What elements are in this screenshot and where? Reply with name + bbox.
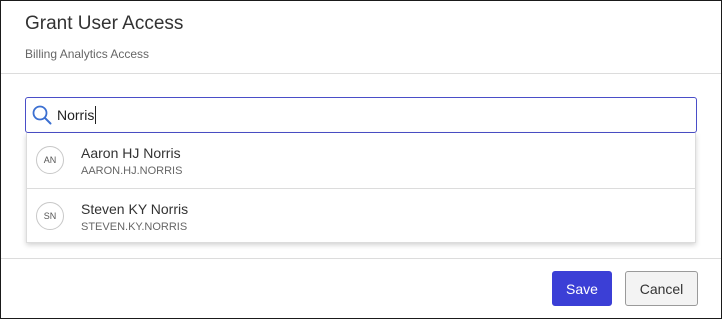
dialog-title: Grant User Access — [25, 13, 184, 34]
user-option-name: Steven KY Norris — [81, 201, 189, 217]
user-search-input[interactable] — [57, 105, 657, 125]
avatar: SN — [36, 202, 64, 230]
grant-access-dialog: Grant User Access Billing Analytics Acce… — [0, 0, 722, 319]
cancel-button[interactable]: Cancel — [625, 271, 698, 306]
search-icon — [32, 105, 52, 125]
user-option-username: AARON.HJ.NORRIS — [81, 165, 183, 177]
user-search-field[interactable] — [25, 97, 697, 133]
save-button[interactable]: Save — [552, 271, 612, 306]
user-option-name: Aaron HJ Norris — [81, 145, 181, 161]
user-results-dropdown: AN Aaron HJ Norris AARON.HJ.NORRIS SN St… — [26, 133, 696, 243]
user-option-username: STEVEN.KY.NORRIS — [81, 221, 188, 233]
dialog-subtitle: Billing Analytics Access — [25, 47, 150, 61]
user-option[interactable]: SN Steven KY Norris STEVEN.KY.NORRIS — [27, 188, 695, 243]
text-caret — [95, 106, 97, 124]
dialog-header: Grant User Access Billing Analytics Acce… — [1, 1, 721, 74]
avatar: AN — [36, 146, 64, 174]
footer-divider — [1, 258, 721, 259]
user-option[interactable]: AN Aaron HJ Norris AARON.HJ.NORRIS — [27, 133, 695, 188]
